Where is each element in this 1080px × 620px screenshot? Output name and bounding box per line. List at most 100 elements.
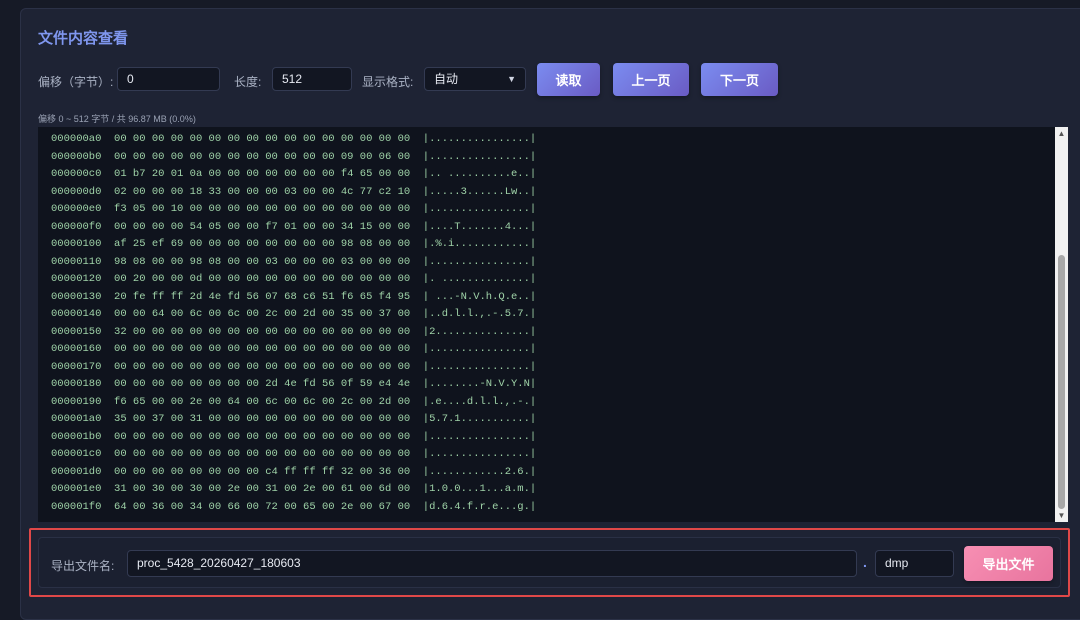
hex-offset: 00000190 <box>51 395 102 408</box>
export-extension-input[interactable]: dmp <box>875 550 954 577</box>
hex-ascii: |................| <box>422 133 537 145</box>
hex-bytes: 64 00 36 00 34 00 66 00 72 00 65 00 2e 0… <box>114 500 411 513</box>
export-file-button[interactable]: 导出文件 <box>964 546 1053 581</box>
hex-offset: 000001f0 <box>51 500 102 513</box>
hex-ascii: |..d.l.l.,.-.5.7.| <box>422 308 537 320</box>
hex-line: 000000b0 00 00 00 00 00 00 00 00 00 00 0… <box>51 149 536 167</box>
scroll-thumb[interactable] <box>1058 255 1065 509</box>
hex-offset: 00000160 <box>51 343 102 355</box>
hex-ascii: |................| <box>422 343 537 355</box>
extension-separator: . <box>863 554 867 570</box>
hex-ascii: |................| <box>422 448 537 460</box>
hex-offset: 000000c0 <box>51 168 102 180</box>
hex-line: 00000120 00 20 00 00 0d 00 00 00 00 00 0… <box>51 271 536 289</box>
hex-ascii: |................| <box>422 150 537 163</box>
hex-ascii: |.. ..........e..| <box>422 168 537 180</box>
hex-ascii: |................| <box>422 203 537 215</box>
hex-offset: 000000a0 <box>51 133 102 145</box>
hex-offset: 000001b0 <box>51 430 102 443</box>
hex-line: 000001b0 00 00 00 00 00 00 00 00 00 00 0… <box>51 429 536 447</box>
export-section: 导出文件名: proc_5428_20260427_180603 . dmp 导… <box>29 528 1070 597</box>
hex-line: 000000d0 02 00 00 00 18 33 00 00 00 03 0… <box>51 184 536 202</box>
hex-line: 00000190 f6 65 00 00 2e 00 64 00 6c 00 6… <box>51 394 536 412</box>
chevron-down-icon: ▼ <box>507 74 516 84</box>
hex-ascii: |................| <box>422 255 537 268</box>
hex-offset: 000000d0 <box>51 185 102 198</box>
hex-ascii: |........-N.V.Y.N| <box>422 378 537 390</box>
hex-ascii: |2...............| <box>422 325 537 338</box>
hex-offset: 00000100 <box>51 238 102 250</box>
hex-ascii: |5.7.1...........| <box>422 413 537 425</box>
hex-line: 00000100 af 25 ef 69 00 00 00 00 00 00 0… <box>51 236 536 254</box>
vertical-scrollbar[interactable]: ▲ ▼ <box>1055 127 1068 522</box>
hex-line: 000001a0 35 00 37 00 31 00 00 00 00 00 0… <box>51 411 536 429</box>
hex-line: 00000170 00 00 00 00 00 00 00 00 00 00 0… <box>51 359 536 377</box>
hex-lines: 000000a0 00 00 00 00 00 00 00 00 00 00 0… <box>51 131 536 516</box>
hex-bytes: 00 00 00 00 00 00 00 00 00 00 00 00 09 0… <box>114 150 411 163</box>
hex-bytes: 00 00 00 00 00 00 00 00 00 00 00 00 00 0… <box>114 430 411 443</box>
hex-ascii: |d.6.4.f.r.e...g.| <box>422 500 537 513</box>
hex-line: 000000a0 00 00 00 00 00 00 00 00 00 00 0… <box>51 131 536 149</box>
hex-offset: 000001a0 <box>51 413 102 425</box>
hex-offset: 000000b0 <box>51 150 102 163</box>
hex-bytes: 35 00 37 00 31 00 00 00 00 00 00 00 00 0… <box>114 413 411 425</box>
hex-line: 00000140 00 00 64 00 6c 00 6c 00 2c 00 2… <box>51 306 536 324</box>
scroll-up-arrow-icon[interactable]: ▲ <box>1055 127 1068 140</box>
hex-line: 00000150 32 00 00 00 00 00 00 00 00 00 0… <box>51 324 536 342</box>
hex-line: 00000130 20 fe ff ff 2d 4e fd 56 07 68 c… <box>51 289 536 307</box>
hex-offset: 000001e0 <box>51 483 102 495</box>
hex-bytes: 00 00 00 00 00 00 00 00 00 00 00 00 00 0… <box>114 448 411 460</box>
format-select[interactable]: 自动 ▼ <box>424 67 526 91</box>
file-viewer-panel: 文件内容查看 偏移（字节）: 0 长度: 512 显示格式: 自动 ▼ 读取 上… <box>20 8 1080 620</box>
hex-bytes: 00 00 00 00 54 05 00 00 f7 01 00 00 34 1… <box>114 220 411 233</box>
hex-ascii: | ...-N.V.h.Q.e..| <box>422 290 537 303</box>
hex-bytes: f3 05 00 10 00 00 00 00 00 00 00 00 00 0… <box>114 203 411 215</box>
next-page-button[interactable]: 下一页 <box>701 63 778 96</box>
hex-bytes: 01 b7 20 01 0a 00 00 00 00 00 00 00 f4 6… <box>114 168 411 180</box>
hex-line: 00000160 00 00 00 00 00 00 00 00 00 00 0… <box>51 341 536 359</box>
hex-line: 00000180 00 00 00 00 00 00 00 00 2d 4e f… <box>51 376 536 394</box>
hex-ascii: |.e....d.l.l.,.-.| <box>422 395 537 408</box>
hex-ascii: |....T.......4...| <box>422 220 537 233</box>
hex-offset: 00000180 <box>51 378 102 390</box>
hex-bytes: 00 00 00 00 00 00 00 00 c4 ff ff ff 32 0… <box>114 465 411 478</box>
hex-bytes: 00 00 00 00 00 00 00 00 00 00 00 00 00 0… <box>114 343 411 355</box>
hex-bytes: f6 65 00 00 2e 00 64 00 6c 00 6c 00 2c 0… <box>114 395 411 408</box>
hex-bytes: 98 08 00 00 98 08 00 00 03 00 00 00 03 0… <box>114 255 411 268</box>
hex-bytes: 32 00 00 00 00 00 00 00 00 00 00 00 00 0… <box>114 325 411 338</box>
export-row: 导出文件名: proc_5428_20260427_180603 . dmp 导… <box>38 537 1061 588</box>
hex-ascii: |................| <box>422 360 537 373</box>
hex-offset: 000001d0 <box>51 465 102 478</box>
scroll-down-arrow-icon[interactable]: ▼ <box>1055 509 1068 522</box>
offset-input[interactable]: 0 <box>117 67 220 91</box>
offset-label: 偏移（字节）: <box>38 75 114 89</box>
hex-bytes: af 25 ef 69 00 00 00 00 00 00 00 00 98 0… <box>114 238 411 250</box>
hex-ascii: |1.0.0...1...a.m.| <box>422 483 537 495</box>
hex-offset: 00000120 <box>51 273 102 285</box>
hex-ascii: |. ..............| <box>422 273 537 285</box>
hex-offset: 000001c0 <box>51 448 102 460</box>
format-label: 显示格式: <box>362 75 414 89</box>
hex-offset: 00000110 <box>51 255 102 268</box>
hex-bytes: 00 00 00 00 00 00 00 00 2d 4e fd 56 0f 5… <box>114 378 411 390</box>
hex-offset: 00000150 <box>51 325 102 338</box>
export-filename-input[interactable]: proc_5428_20260427_180603 <box>127 550 857 577</box>
hex-offset: 00000130 <box>51 290 102 303</box>
hex-line: 00000110 98 08 00 00 98 08 00 00 03 00 0… <box>51 254 536 272</box>
hex-view[interactable]: 000000a0 00 00 00 00 00 00 00 00 00 00 0… <box>38 127 1068 522</box>
hex-line: 000001c0 00 00 00 00 00 00 00 00 00 00 0… <box>51 446 536 464</box>
hex-line: 000001f0 64 00 36 00 34 00 66 00 72 00 6… <box>51 499 536 517</box>
length-input[interactable]: 512 <box>272 67 352 91</box>
format-select-value: 自动 <box>434 72 459 86</box>
prev-page-button[interactable]: 上一页 <box>613 63 689 96</box>
hex-bytes: 00 00 64 00 6c 00 6c 00 2c 00 2d 00 35 0… <box>114 308 411 320</box>
hex-bytes: 02 00 00 00 18 33 00 00 00 03 00 00 4c 7… <box>114 185 411 198</box>
length-label: 长度: <box>234 75 262 89</box>
hex-line: 000001d0 00 00 00 00 00 00 00 00 c4 ff f… <box>51 464 536 482</box>
hex-ascii: |............2.6.| <box>422 465 537 478</box>
read-button[interactable]: 读取 <box>537 63 600 96</box>
hex-bytes: 00 20 00 00 0d 00 00 00 00 00 00 00 00 0… <box>114 273 411 285</box>
hex-ascii: |.%.i............| <box>422 238 537 250</box>
hex-bytes: 00 00 00 00 00 00 00 00 00 00 00 00 00 0… <box>114 360 411 373</box>
hex-line: 000001e0 31 00 30 00 30 00 2e 00 31 00 2… <box>51 481 536 499</box>
